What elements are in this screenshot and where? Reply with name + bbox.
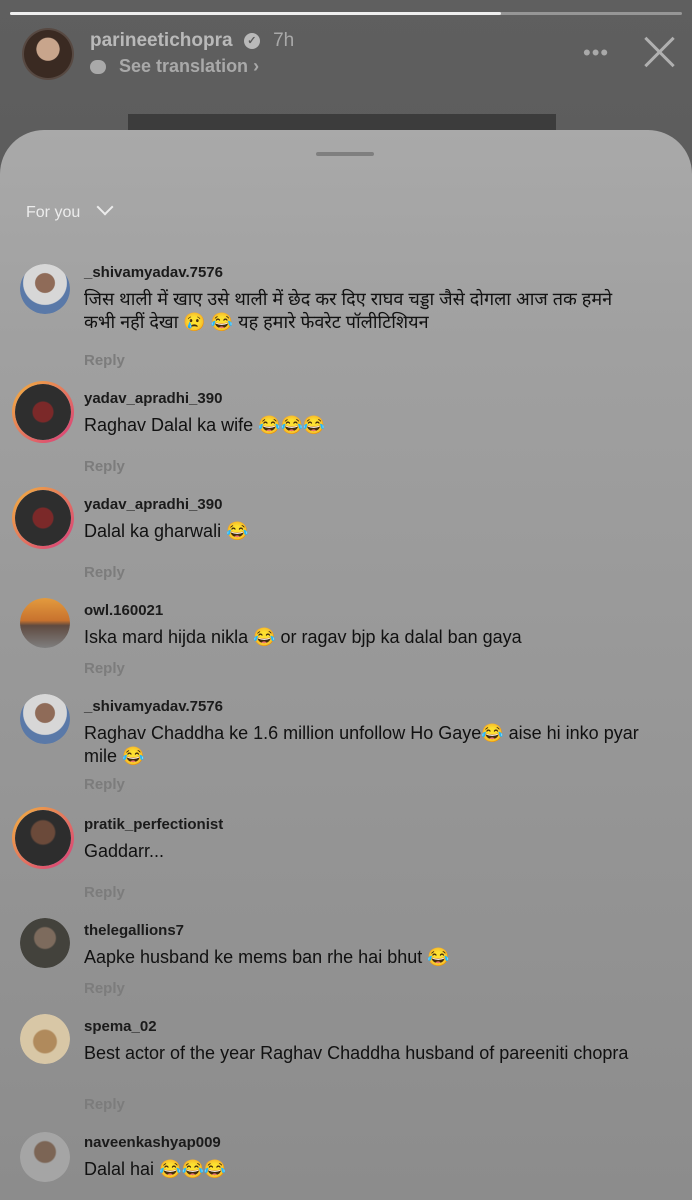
story-progress-bar — [10, 12, 682, 15]
comment-username[interactable]: _shivamyadav.7576 — [84, 264, 223, 281]
reply-button[interactable]: Reply — [84, 776, 125, 793]
comment-text: Dalal ka gharwali 😂 — [84, 521, 249, 541]
commenter-avatar[interactable] — [20, 598, 70, 648]
filter-label: For you — [26, 204, 81, 221]
comment-username[interactable]: yadav_apradhi_390 — [84, 496, 222, 513]
comment-text: जिस थाली में खाए उसे थाली में छेद कर दिए… — [84, 289, 613, 332]
comment-text: Raghav Dalal ka wife 😂😂😂 — [84, 415, 326, 435]
story-header: parineetichopra ✓ 7h See translation › •… — [0, 22, 692, 92]
reply-button[interactable]: Reply — [84, 458, 125, 475]
reply-button[interactable]: Reply — [84, 884, 125, 901]
reply-button[interactable]: Reply — [84, 564, 125, 581]
commenter-avatar[interactable] — [12, 381, 74, 443]
story-time: 7h — [273, 30, 295, 51]
speech-bubble-icon — [90, 60, 106, 75]
commenter-avatar[interactable] — [20, 918, 70, 968]
profile-avatar[interactable] — [22, 28, 74, 80]
commenter-avatar[interactable] — [12, 807, 74, 869]
commenter-avatar[interactable] — [20, 1132, 70, 1182]
comment-username[interactable]: naveenkashyap009 — [84, 1134, 221, 1151]
comment-username[interactable]: _shivamyadav.7576 — [84, 698, 223, 715]
comment-text: Dalal hai 😂😂😂 — [84, 1159, 227, 1179]
see-translation-link[interactable]: See translation › — [90, 56, 259, 77]
comment-username[interactable]: yadav_apradhi_390 — [84, 390, 222, 407]
comment-text: Gaddarr... — [84, 841, 165, 861]
verified-badge-icon: ✓ — [243, 32, 260, 49]
more-options-icon[interactable]: ••• — [583, 40, 609, 66]
story-username[interactable]: parineetichopra — [90, 30, 233, 51]
commenter-avatar[interactable] — [12, 487, 74, 549]
reply-button[interactable]: Reply — [84, 980, 125, 997]
see-translation-label: See translation — [119, 56, 249, 76]
comment-text: Aapke husband ke mems ban rhe hai bhut 😂 — [84, 947, 450, 967]
reply-button[interactable]: Reply — [84, 352, 125, 369]
comment-username[interactable]: spema_02 — [84, 1018, 157, 1035]
commenter-avatar[interactable] — [20, 694, 70, 744]
comment-text: Best actor of the year Raghav Chaddha hu… — [84, 1043, 629, 1063]
commenter-avatar[interactable] — [20, 1014, 70, 1064]
reply-button[interactable]: Reply — [84, 660, 125, 677]
sheet-grabber[interactable] — [316, 152, 374, 156]
comment-username[interactable]: pratik_perfectionist — [84, 816, 223, 833]
story-username-row[interactable]: parineetichopra ✓ 7h — [90, 30, 294, 52]
comment-username[interactable]: thelegallions7 — [84, 922, 184, 939]
chevron-right-icon: › — [253, 56, 260, 76]
comment-text: Iska mard hijda nikla 😂 or ragav bjp ka … — [84, 627, 522, 647]
comments-filter[interactable]: For you — [26, 198, 114, 222]
chevron-down-icon — [96, 198, 114, 216]
reply-button[interactable]: Reply — [84, 1096, 125, 1113]
comments-sheet: For you _shivamyadav.7576 जिस थाली में ख… — [0, 130, 692, 1200]
close-icon[interactable] — [640, 32, 680, 72]
comment-text: Raghav Chaddha ke 1.6 million unfollow H… — [84, 723, 639, 766]
comment-username[interactable]: owl.160021 — [84, 602, 163, 619]
commenter-avatar[interactable] — [20, 264, 70, 314]
